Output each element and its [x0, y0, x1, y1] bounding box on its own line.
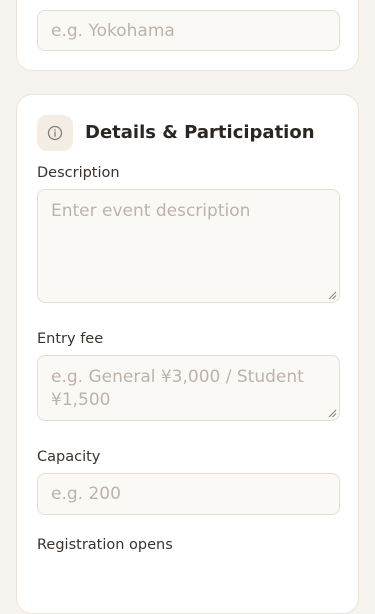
registration-opens-label: Registration opens	[37, 537, 173, 553]
details-title: Details & Participation	[85, 122, 315, 143]
location-input-placeholder: e.g. Yokohama	[51, 21, 175, 41]
location-card: e.g. Yokohama	[16, 0, 359, 71]
details-card: Details & Participation Description Ente…	[16, 94, 359, 614]
description-placeholder: Enter event description	[51, 201, 251, 221]
entry-fee-placeholder: e.g. General ¥3,000 / Student ¥1,500	[51, 367, 304, 410]
resize-handle-icon[interactable]	[327, 408, 337, 418]
capacity-placeholder: e.g. 200	[51, 484, 121, 504]
info-icon	[47, 125, 63, 141]
description-textarea[interactable]: Enter event description	[37, 189, 340, 303]
details-header-icon	[37, 115, 73, 151]
description-label: Description	[37, 165, 120, 181]
capacity-label: Capacity	[37, 449, 101, 465]
entry-fee-textarea[interactable]: e.g. General ¥3,000 / Student ¥1,500	[37, 355, 340, 421]
location-input[interactable]: e.g. Yokohama	[37, 10, 340, 51]
resize-handle-icon[interactable]	[327, 290, 337, 300]
capacity-input[interactable]: e.g. 200	[37, 473, 340, 515]
entry-fee-label: Entry fee	[37, 331, 104, 347]
